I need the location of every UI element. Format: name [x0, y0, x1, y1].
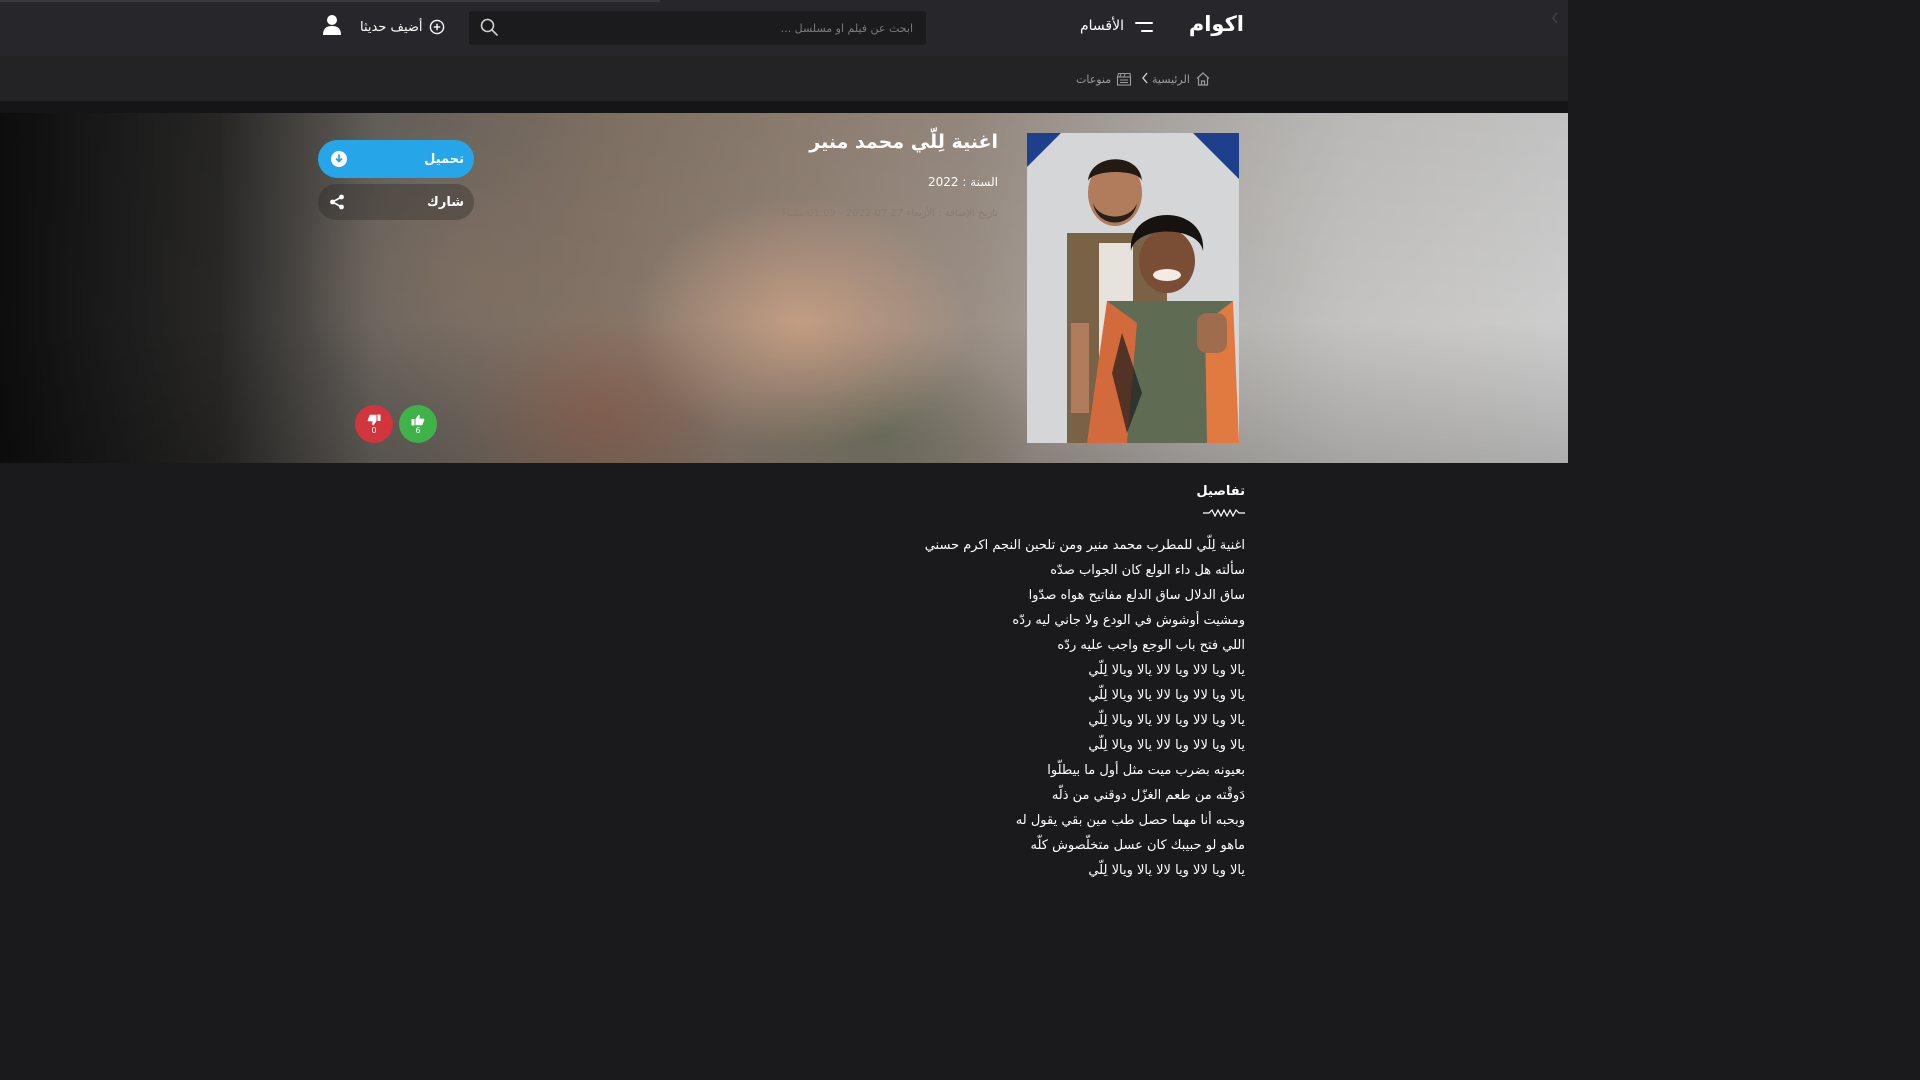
- chevron-left-icon: [1142, 72, 1148, 84]
- download-button-label: تحميل: [424, 151, 464, 167]
- hero-section: اغنية لِلّي محمد منير السنة : 2022 تاريخ…: [0, 113, 1568, 463]
- details-line: ساق الدلال ساق الدلع مفاتيح هواه صدّوا: [1028, 588, 1245, 603]
- details-line: يالا ويا لالا ويا لالا يالا ويالا لِلّي: [1088, 738, 1245, 753]
- clapperboard-icon: [1117, 72, 1132, 86]
- like-button[interactable]: 6: [399, 405, 437, 443]
- hero-backdrop: [0, 113, 1568, 463]
- details-line: وبحبه أنا مهما حصل طب مين بقي يقول له: [1015, 813, 1245, 828]
- page-progress-line: [0, 0, 660, 2]
- chevron-left-icon: [1552, 12, 1558, 24]
- item-year: السنة : 2022: [928, 175, 998, 189]
- details-heading: تفاصيل: [1196, 484, 1245, 499]
- details-line: يالا ويا لالا ويا لالا يالا ويالا لِلّي: [1088, 713, 1245, 728]
- heading-underline: [1203, 509, 1245, 517]
- download-button[interactable]: تحميل: [318, 140, 474, 178]
- dislike-count: 0: [371, 425, 377, 435]
- breadcrumb-category[interactable]: منوعات: [1076, 69, 1132, 89]
- search-input[interactable]: [509, 11, 919, 45]
- details-text: اغنية لِلّي للمطرب محمد منير ومن تلحين ا…: [700, 535, 1245, 885]
- share-button-label: شارك: [426, 194, 464, 210]
- breadcrumb-category-label: منوعات: [1076, 72, 1112, 86]
- item-added-date: تاريخ الإضافة : الأربعاء 27 07 2022 - 01…: [781, 208, 998, 219]
- section-divider: [0, 101, 1568, 113]
- plus-circle-icon: [429, 19, 444, 35]
- menu-icon[interactable]: [1135, 20, 1153, 34]
- download-icon: [331, 151, 347, 167]
- breadcrumb: الرئيسية منوعات: [0, 57, 1568, 101]
- search-box: [469, 11, 926, 45]
- item-title: اغنية لِلّي محمد منير: [809, 131, 998, 153]
- details-line: يالا ويا لالا ويا لالا يالا ويالا لِلّي: [1088, 863, 1245, 878]
- details-line: ماهو لو حبيبك كان عسل متخلّصوش كلّه: [1030, 838, 1245, 853]
- details-line: يالا ويا لالا ويا لالا يالا ويالا لِلّي: [1088, 663, 1245, 678]
- share-icon: [330, 194, 344, 210]
- recently-added-label: أضيف حديثا: [360, 19, 423, 35]
- details-line: سألته هل داء الولع كان الجواب صدّه: [1050, 563, 1245, 578]
- poster-image: [1027, 133, 1239, 443]
- home-icon: [1196, 72, 1210, 86]
- breadcrumb-home-label: الرئيسية: [1152, 72, 1190, 86]
- details-line: اللي فتح باب الوجع واجب عليه ردّه: [1057, 638, 1245, 653]
- thumbs-down-icon: [367, 414, 381, 425]
- like-count: 6: [415, 425, 421, 435]
- share-button[interactable]: شارك: [318, 184, 474, 220]
- categories-menu-label[interactable]: الأقسام: [1060, 18, 1124, 34]
- site-header: اكوام الأقسام أضيف حديثا: [0, 0, 1568, 57]
- details-line: يالا ويا لالا ويا لالا يالا ويالا لِلّي: [1088, 688, 1245, 703]
- search-icon[interactable]: [479, 17, 499, 37]
- dislike-button[interactable]: 0: [355, 405, 393, 443]
- site-logo[interactable]: اكوام: [1164, 12, 1245, 40]
- thumbs-up-icon: [411, 414, 425, 425]
- recently-added-link[interactable]: أضيف حديثا: [360, 15, 450, 39]
- user-icon[interactable]: [322, 14, 342, 36]
- details-line: بعيونه بضرب ميت مثل أول ما بيطلّوا: [1047, 763, 1245, 778]
- details-line: دَوقْته من طعم الغزّل دوقني من ذلّه: [1051, 788, 1245, 803]
- logo-text: اكوام: [1188, 12, 1245, 36]
- breadcrumb-home[interactable]: الرئيسية: [1152, 69, 1211, 89]
- details-line: ومشيت أوشوش في الودع ولا جاني ليه ردّه: [1012, 613, 1245, 628]
- details-line: اغنية لِلّي للمطرب محمد منير ومن تلحين ا…: [924, 538, 1245, 553]
